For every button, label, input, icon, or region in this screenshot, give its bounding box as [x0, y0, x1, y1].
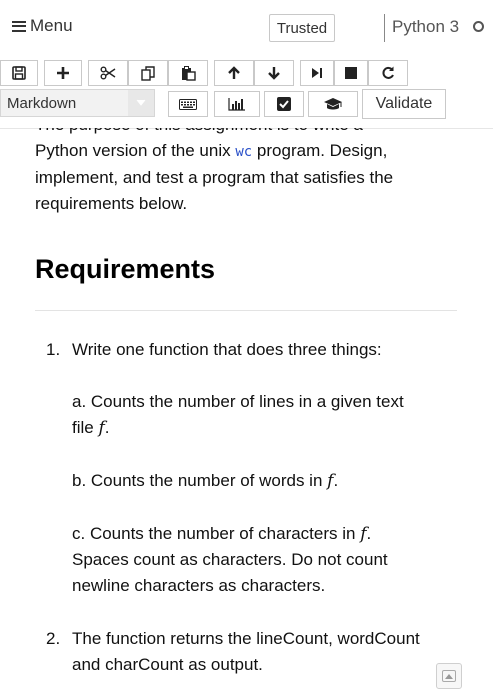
- arrow-down-icon: [268, 67, 280, 80]
- graduation-cap-icon: [324, 98, 342, 110]
- checkbox-button[interactable]: [264, 91, 304, 117]
- list-item-text: Write one function that does three thing…: [72, 340, 382, 359]
- paste-button[interactable]: [168, 60, 208, 86]
- stop-button[interactable]: [334, 60, 368, 86]
- chevron-down-icon: [128, 90, 154, 116]
- insert-cell-button[interactable]: [44, 60, 82, 86]
- list-number: 1.: [46, 340, 61, 359]
- graduation-button[interactable]: [308, 91, 358, 117]
- sub-item-b: b. Counts the number of words in f.: [72, 468, 462, 494]
- intro-line: requirements below.: [35, 194, 188, 213]
- move-down-button[interactable]: [254, 60, 294, 86]
- sub-item-c: c. Counts the number of characters in f.…: [72, 521, 462, 599]
- sub-item-b-end: .: [333, 471, 339, 490]
- intro-text: program. Design,: [252, 141, 388, 160]
- validate-button[interactable]: Validate: [362, 89, 446, 119]
- inline-code: wc: [235, 144, 253, 160]
- hamburger-icon: [12, 20, 26, 32]
- menu-button[interactable]: Menu: [12, 16, 73, 36]
- sub-item-c-text: c. Counts the number of characters in: [72, 524, 361, 543]
- cell-type-value: Markdown: [7, 95, 77, 112]
- chart-button[interactable]: [214, 91, 260, 117]
- notebook-content: The purpose of this assignment is to wri…: [0, 128, 493, 700]
- intro-paragraph: The purpose of this assignment is to wri…: [35, 128, 465, 217]
- keyboard-button[interactable]: [168, 91, 208, 117]
- intro-text: Python version of the unix: [35, 141, 236, 160]
- restart-button[interactable]: [368, 60, 408, 86]
- heading-divider: [35, 310, 457, 311]
- kernel-separator: [384, 14, 385, 42]
- floppy-disk-icon: [12, 66, 26, 80]
- bar-chart-icon: [228, 98, 245, 111]
- scroll-to-top-button[interactable]: [436, 663, 462, 689]
- list-item-line: and charCount as output.: [72, 655, 263, 674]
- step-forward-icon: [312, 68, 322, 78]
- run-button[interactable]: [300, 60, 334, 86]
- refresh-icon: [382, 66, 394, 79]
- list-number: 2.: [46, 629, 61, 648]
- intro-line: implement, and test a program that satis…: [35, 168, 394, 187]
- section-heading: Requirements: [35, 254, 216, 284]
- scissors-icon: [100, 66, 116, 80]
- kernel-name[interactable]: Python 3: [392, 17, 459, 37]
- copy-button[interactable]: [128, 60, 168, 86]
- sub-item-a: a. Counts the number of lines in a given…: [72, 389, 462, 441]
- list-item-text: The function returns the lineCount, word…: [72, 626, 462, 678]
- menu-label: Menu: [30, 16, 73, 35]
- plus-icon: [57, 67, 69, 79]
- keyboard-icon: [179, 98, 197, 110]
- toolbar: Markdown Validate: [0, 56, 493, 129]
- arrow-up-icon: [228, 66, 240, 79]
- sub-item-b-text: b. Counts the number of words in: [72, 471, 328, 490]
- sub-item-a-line2: file: [72, 418, 99, 437]
- sub-item-c-line3: newline characters as characters.: [72, 576, 326, 595]
- copy-icon: [140, 65, 155, 81]
- trusted-indicator[interactable]: Trusted: [269, 14, 335, 42]
- caret-up-icon: [442, 670, 456, 682]
- intro-line-cut: The purpose of this assignment is to wri…: [35, 128, 465, 138]
- sub-item-a-line1: a. Counts the number of lines in a given…: [72, 392, 404, 411]
- sub-item-a-end: .: [104, 418, 110, 437]
- intro-line: Python version of the unix wc program. D…: [35, 138, 465, 165]
- cell-type-select[interactable]: Markdown: [0, 89, 155, 117]
- check-square-icon: [277, 97, 291, 111]
- paste-icon: [181, 65, 196, 81]
- stop-icon: [345, 67, 357, 79]
- sub-item-c-end: .: [366, 524, 372, 543]
- move-up-button[interactable]: [214, 60, 254, 86]
- list-item-line: The function returns the lineCount, word…: [72, 629, 420, 648]
- kernel-idle-icon: [473, 21, 484, 32]
- cut-button[interactable]: [88, 60, 128, 86]
- save-button[interactable]: [0, 60, 38, 86]
- menu-bar: Menu Trusted Python 3: [0, 0, 493, 56]
- sub-item-c-line2: Spaces count as characters. Do not count: [72, 550, 388, 569]
